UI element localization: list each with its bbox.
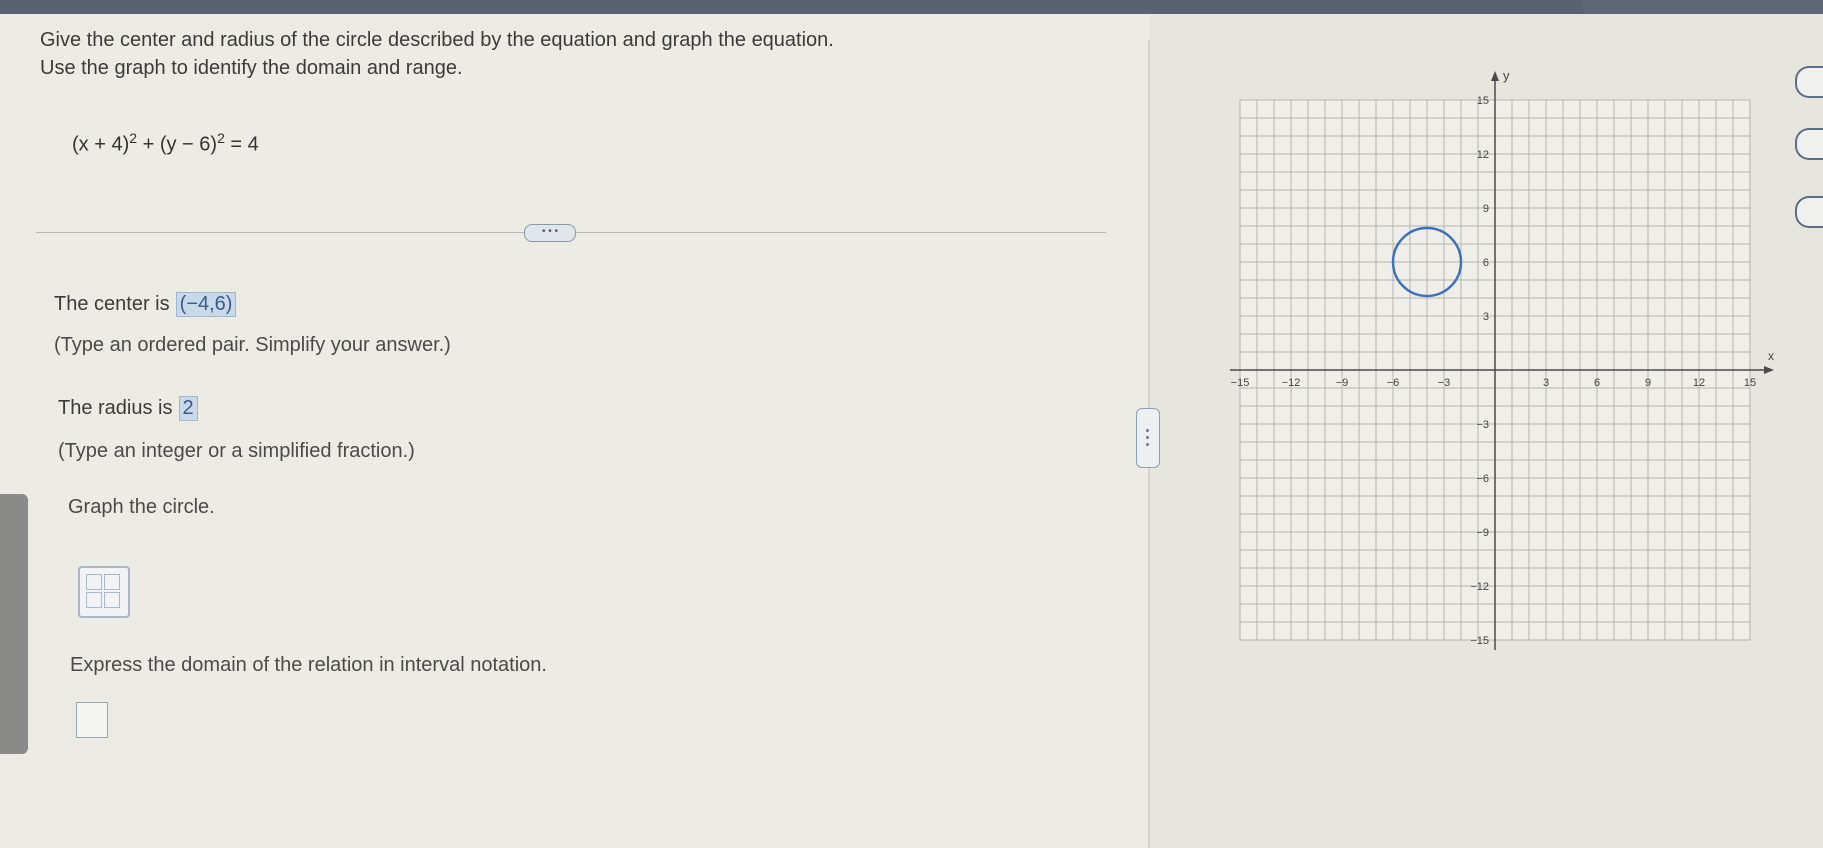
y-tick-label: −3 — [1476, 419, 1489, 431]
browser-top-bar — [0, 0, 1823, 14]
grid-cell-icon — [104, 592, 120, 608]
radius-hint: (Type an integer or a simplified fractio… — [58, 440, 415, 462]
center-label: The center is — [54, 293, 170, 315]
x-tick-label: −9 — [1336, 377, 1349, 389]
x-tick-label: 15 — [1744, 377, 1756, 389]
graph-tool-button[interactable] — [78, 566, 130, 618]
expand-more-button[interactable]: • • • — [524, 224, 576, 242]
left-edge-scrollbar[interactable] — [0, 494, 28, 754]
x-tick-label: −3 — [1438, 377, 1451, 389]
domain-answer-input[interactable] — [76, 702, 108, 738]
center-row: The center is (−4,6) — [54, 292, 237, 317]
y-axis-arrow — [1491, 71, 1499, 81]
equation-exp-2: 2 — [217, 130, 225, 146]
y-axis-label: y — [1503, 68, 1510, 83]
graph-prompt: Graph the circle. — [68, 496, 215, 518]
center-answer-field[interactable]: (−4,6) — [175, 292, 237, 317]
x-tick-label: −6 — [1387, 377, 1400, 389]
y-tick-label: −6 — [1476, 473, 1489, 485]
x-tick-label: 6 — [1594, 377, 1600, 389]
equation-part-3: = 4 — [224, 133, 259, 156]
side-tool-icon[interactable] — [1795, 196, 1823, 228]
y-tick-label: 9 — [1483, 203, 1489, 215]
circle-equation: (x + 4)2 + (y − 6)2 = 4 — [72, 130, 259, 157]
radius-row: The radius is 2 — [58, 396, 198, 421]
domain-prompt: Express the domain of the relation in in… — [70, 654, 547, 676]
grid-cell-icon — [86, 574, 102, 590]
y-tick-label: −9 — [1476, 527, 1489, 539]
x-axis-arrow — [1764, 366, 1774, 374]
x-tick-label: −12 — [1282, 377, 1301, 389]
y-tick-label: 15 — [1477, 95, 1489, 107]
equation-part-1: (x + 4) — [72, 133, 130, 156]
y-tick-label: 12 — [1477, 149, 1489, 161]
center-hint: (Type an ordered pair. Simplify your ans… — [54, 334, 451, 356]
x-tick-label: −15 — [1231, 377, 1250, 389]
side-tool-icon[interactable] — [1795, 128, 1823, 160]
side-tool-icon[interactable] — [1795, 66, 1823, 98]
grid-cell-icon — [86, 592, 102, 608]
radius-answer-field[interactable]: 2 — [178, 396, 198, 421]
question-line-2: Use the graph to identify the domain and… — [40, 57, 463, 79]
x-tick-label: 12 — [1693, 377, 1705, 389]
coordinate-graph[interactable]: x y −15 −12 −9 −6 −3 3 6 9 12 15 15 12 9 6 3 −3 −6 −9 −12 −15 — [1180, 60, 1780, 660]
equation-part-2: + (y − 6) — [137, 133, 218, 156]
y-tick-label: −15 — [1470, 635, 1489, 647]
x-axis-label: x — [1768, 349, 1774, 363]
x-tick-label: 3 — [1543, 377, 1549, 389]
radius-label: The radius is — [58, 397, 173, 419]
y-tick-label: −12 — [1470, 581, 1489, 593]
y-tick-label: 6 — [1483, 257, 1489, 269]
question-text: Give the center and radius of the circle… — [40, 26, 834, 82]
x-tick-label: 9 — [1645, 377, 1651, 389]
panel-resize-handle[interactable] — [1136, 408, 1160, 468]
equation-exp-1: 2 — [129, 130, 138, 146]
grid-cell-icon — [104, 574, 120, 590]
y-tick-label: 3 — [1483, 311, 1489, 323]
question-line-1: Give the center and radius of the circle… — [40, 29, 834, 51]
